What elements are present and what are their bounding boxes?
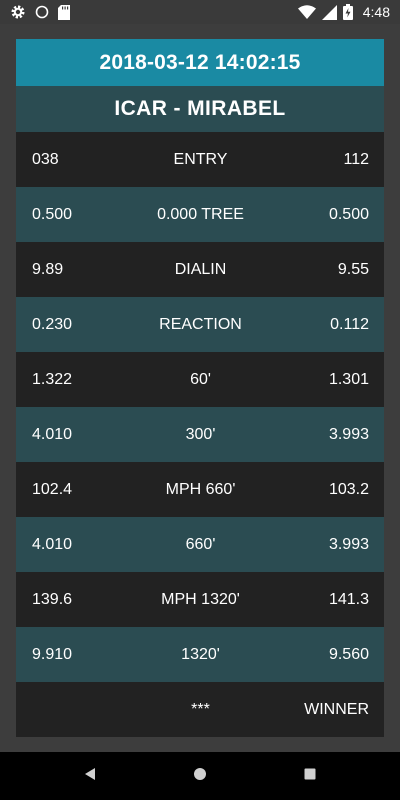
status-time: 4:48 — [362, 4, 390, 20]
right-lane-value: 112 — [343, 150, 369, 168]
result-row-reaction: 0.230 REACTION 0.112 — [16, 297, 384, 352]
row-label: MPH 660' — [165, 480, 236, 498]
result-row-tree: 0.500 0.000 TREE 0.500 — [16, 187, 384, 242]
status-right: 4:48 — [297, 4, 390, 20]
result-row-dialin: 9.89 DIALIN 9.55 — [16, 242, 384, 297]
left-lane-value: 102.4 — [32, 480, 73, 498]
result-row-60ft: 1.322 60' 1.301 — [16, 352, 384, 407]
back-button[interactable] — [60, 752, 120, 800]
left-lane-value: 0.500 — [32, 205, 73, 223]
left-lane-value: 9.89 — [32, 260, 64, 278]
recents-button[interactable] — [280, 752, 340, 800]
left-lane-value: 9.910 — [32, 645, 73, 663]
home-icon — [193, 767, 207, 786]
back-icon — [83, 767, 97, 786]
row-label: ENTRY — [173, 150, 228, 168]
circle-icon — [35, 5, 49, 19]
result-row-660ft: 4.010 660' 3.993 — [16, 517, 384, 572]
navigation-bar — [0, 752, 400, 800]
left-lane-value: 1.322 — [32, 370, 73, 388]
row-label: 660' — [185, 535, 216, 553]
right-lane-value: 0.112 — [330, 315, 369, 333]
left-lane-value: 038 — [32, 150, 59, 168]
row-label: *** — [191, 700, 210, 718]
row-label: MPH 1320' — [161, 590, 240, 608]
right-lane-value: 1.301 — [328, 370, 369, 388]
battery-icon — [342, 4, 353, 20]
right-lane-value: 103.2 — [328, 480, 369, 498]
winner-label: WINNER — [304, 700, 369, 718]
left-lane-value: 0.230 — [32, 315, 73, 333]
row-label: 300' — [185, 425, 216, 443]
right-lane-value: 3.993 — [328, 425, 369, 443]
row-label: REACTION — [159, 315, 242, 333]
result-row-winner: *** WINNER — [16, 682, 384, 737]
result-card: 2018-03-12 14:02:15 ICAR - MIRABEL 038 E… — [16, 39, 384, 737]
result-row-mph-660: 102.4 MPH 660' 103.2 — [16, 462, 384, 517]
result-row-1320ft: 9.910 1320' 9.560 — [16, 627, 384, 682]
left-lane-value: 4.010 — [32, 425, 73, 443]
row-label: DIALIN — [174, 260, 227, 278]
left-lane-value: 4.010 — [32, 535, 73, 553]
gear-icon — [10, 4, 26, 20]
sd-card-icon — [58, 4, 70, 20]
result-row-300ft: 4.010 300' 3.993 — [16, 407, 384, 462]
right-lane-value: 9.560 — [328, 645, 369, 663]
left-lane-value: 139.6 — [32, 590, 73, 608]
right-lane-value: 9.55 — [337, 260, 369, 278]
recents-icon — [304, 767, 316, 785]
race-datetime: 2018-03-12 14:02:15 — [16, 39, 384, 86]
right-lane-value: 3.993 — [328, 535, 369, 553]
row-label: 0.000 TREE — [157, 205, 244, 223]
signal-icon — [321, 4, 337, 20]
result-row-mph-1320: 139.6 MPH 1320' 141.3 — [16, 572, 384, 627]
status-left — [10, 4, 70, 20]
row-label: 60' — [190, 370, 211, 388]
status-bar: 4:48 — [0, 0, 400, 24]
right-lane-value: 141.3 — [328, 590, 369, 608]
track-name: ICAR - MIRABEL — [16, 86, 384, 132]
result-row-entry: 038 ENTRY 112 — [16, 132, 384, 187]
wifi-icon — [297, 5, 316, 19]
home-button[interactable] — [170, 752, 230, 800]
right-lane-value: 0.500 — [328, 205, 369, 223]
row-label: 1320' — [181, 645, 220, 663]
